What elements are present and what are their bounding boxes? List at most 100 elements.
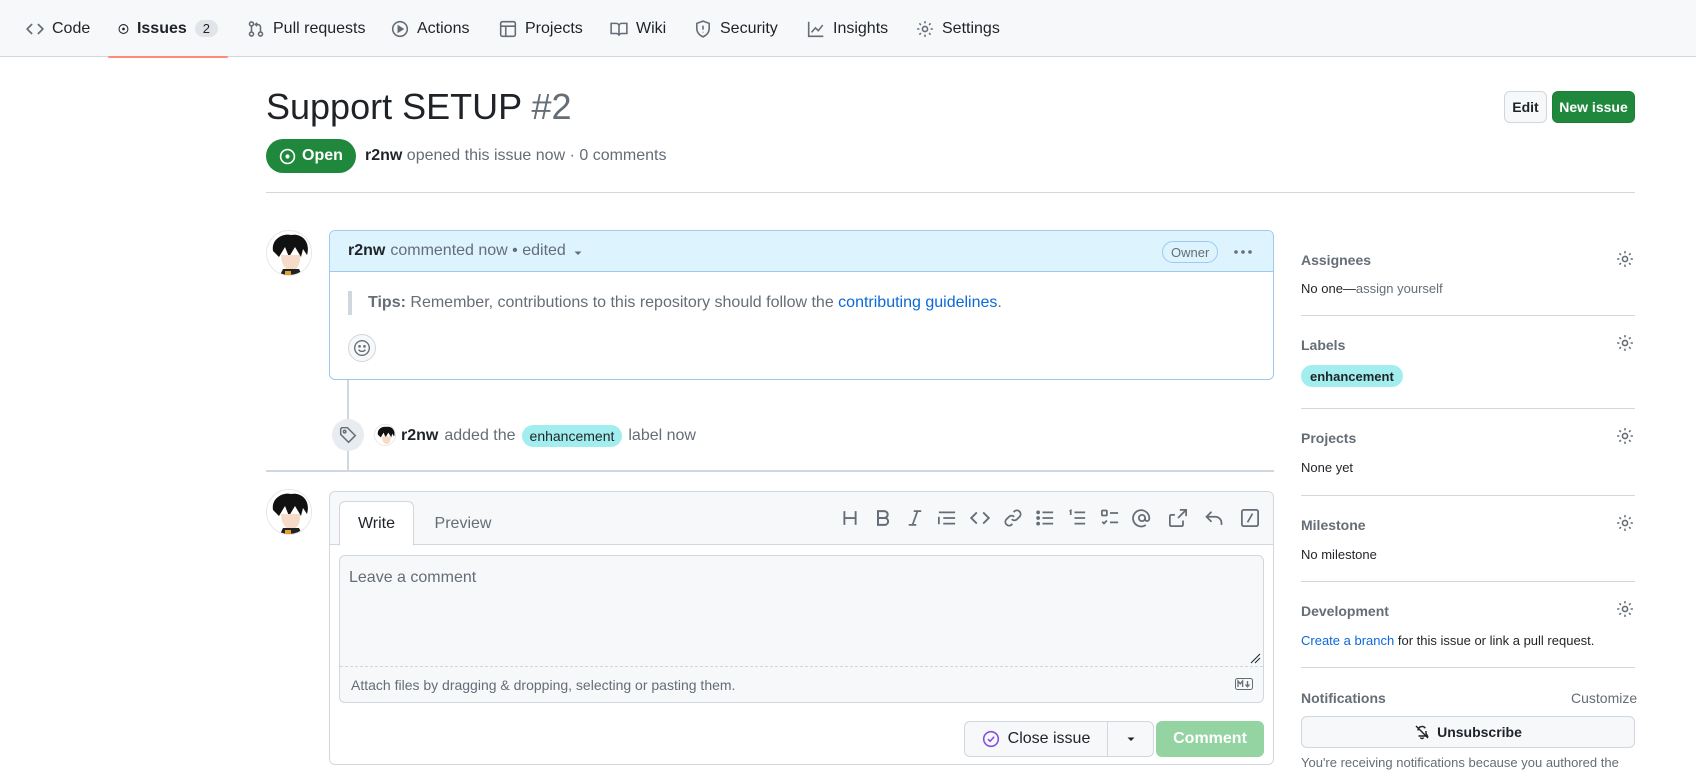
tab-projects-label: Projects — [525, 19, 583, 37]
milestone-heading[interactable]: Milestone — [1301, 517, 1366, 533]
issue-meta: r2nw opened this issue now · 0 comments — [365, 147, 666, 165]
tab-preview[interactable]: Preview — [425, 501, 501, 546]
gear-icon[interactable] — [1616, 514, 1634, 532]
create-branch-link[interactable]: Create a branch — [1301, 633, 1394, 648]
gear-icon[interactable] — [1616, 334, 1634, 352]
resize-handle-icon[interactable] — [1249, 652, 1261, 664]
bold-icon[interactable] — [873, 508, 893, 528]
comment-box: r2nw commented now • edited Owner Tips: … — [329, 230, 1274, 380]
tab-issues-label: Issues — [136, 19, 187, 37]
link-icon[interactable] — [1003, 508, 1023, 528]
new-issue-button[interactable]: New issue — [1552, 91, 1635, 123]
pull-request-icon — [248, 20, 264, 37]
customize-link[interactable]: Customize — [1571, 690, 1637, 706]
comment-button[interactable]: Comment — [1156, 721, 1264, 757]
tab-settings-label: Settings — [942, 19, 1000, 37]
attach-files-bar[interactable]: Attach files by dragging & dropping, sel… — [340, 666, 1263, 702]
avatar-image-icon — [267, 231, 311, 275]
tasklist-icon[interactable] — [1100, 508, 1120, 528]
add-reaction-button[interactable] — [348, 334, 376, 362]
gear-icon[interactable] — [1616, 600, 1634, 618]
contributing-guidelines-link[interactable]: contributing guidelines — [838, 294, 997, 312]
tab-issues[interactable]: Issues 2 — [108, 0, 228, 58]
label-event: r2nw added the enhancement label now — [401, 424, 696, 448]
issue-meta-text: opened this issue now · 0 comments — [406, 147, 667, 164]
comment-editor: Write Preview Leave a comment Attach fil… — [329, 491, 1274, 765]
issue-title-text: Support SETUP — [266, 86, 522, 127]
table-icon — [499, 20, 517, 37]
event-actor-link[interactable]: r2nw — [401, 427, 438, 445]
italic-icon[interactable] — [905, 508, 925, 528]
close-issue-options-button[interactable] — [1107, 721, 1154, 757]
tab-insights-label: Insights — [833, 19, 889, 37]
slash-command-icon[interactable] — [1240, 508, 1260, 528]
tab-code[interactable]: Code — [16, 0, 100, 57]
issue-title: Support SETUP #2 — [266, 86, 572, 128]
event-post[interactable]: label now — [628, 427, 696, 445]
sidebar-divider — [1301, 495, 1635, 496]
gear-icon[interactable] — [1616, 250, 1634, 268]
issue-state-badge: Open — [266, 139, 356, 173]
tab-actions-label: Actions — [417, 19, 470, 37]
development-heading[interactable]: Development — [1301, 603, 1389, 619]
triangle-down-icon[interactable] — [572, 247, 584, 259]
close-issue-button[interactable]: Close issue — [964, 721, 1107, 757]
quote-icon[interactable] — [937, 508, 957, 528]
gear-icon[interactable] — [1616, 427, 1634, 445]
assignees-heading[interactable]: Assignees — [1301, 252, 1371, 268]
avatar-image-icon — [375, 425, 395, 445]
labels-heading[interactable]: Labels — [1301, 337, 1345, 353]
tab-wiki[interactable]: Wiki — [600, 0, 676, 57]
mention-icon[interactable] — [1132, 508, 1152, 528]
heading-icon[interactable] — [840, 508, 860, 528]
shield-icon — [696, 19, 710, 38]
markdown-icon[interactable] — [1235, 678, 1253, 690]
list-ordered-icon[interactable] — [1067, 508, 1087, 528]
projects-heading[interactable]: Projects — [1301, 430, 1356, 446]
edit-button[interactable]: Edit — [1504, 91, 1547, 123]
sidebar-divider — [1301, 667, 1635, 668]
graph-icon — [807, 21, 824, 37]
tab-write[interactable]: Write — [339, 501, 414, 546]
comment-header: r2nw commented now • edited Owner — [330, 231, 1273, 272]
close-issue-label: Close issue — [1007, 730, 1091, 747]
tips-end: . — [997, 294, 1002, 311]
kebab-horizontal-icon[interactable] — [1232, 244, 1254, 260]
avatar[interactable] — [266, 230, 312, 276]
tab-pull-requests[interactable]: Pull requests — [237, 0, 376, 57]
tab-settings[interactable]: Settings — [906, 0, 1010, 57]
event-avatar[interactable] — [374, 424, 396, 446]
reply-icon[interactable] — [1204, 508, 1224, 528]
avatar[interactable] — [266, 489, 312, 535]
tab-security[interactable]: Security — [684, 0, 788, 57]
unsubscribe-button[interactable]: Unsubscribe — [1301, 716, 1635, 748]
comment-author-link[interactable]: r2nw — [348, 242, 385, 260]
repo-nav: Code Issues 2 Pull requests Actions Proj… — [0, 0, 1696, 58]
cross-reference-icon[interactable] — [1168, 508, 1188, 528]
development-value: Create a branch for this issue or link a… — [1301, 633, 1594, 648]
code-icon[interactable] — [970, 508, 990, 528]
enhancement-label[interactable]: enhancement — [521, 425, 623, 447]
avatar-image-icon — [267, 490, 311, 534]
triangle-down-icon — [1127, 737, 1134, 741]
tab-insights[interactable]: Insights — [797, 0, 898, 57]
tab-security-label: Security — [720, 19, 778, 37]
sidebar-label-enhancement[interactable]: enhancement — [1301, 365, 1403, 387]
bell-slash-icon — [1415, 725, 1429, 740]
issue-author-link[interactable]: r2nw — [365, 147, 402, 164]
tab-projects[interactable]: Projects — [489, 0, 593, 57]
comment-textarea[interactable]: Leave a comment Attach files by dragging… — [339, 555, 1264, 703]
assign-yourself-link[interactable]: assign yourself — [1356, 281, 1443, 296]
smiley-icon — [354, 340, 370, 356]
tips-text: Remember, contributions to this reposito… — [410, 294, 834, 311]
issue-opened-icon — [118, 23, 129, 34]
owner-badge: Owner — [1162, 241, 1219, 263]
tag-icon — [339, 426, 357, 444]
tab-code-label: Code — [52, 19, 91, 37]
issue-closed-icon — [982, 730, 999, 748]
issue-opened-icon — [279, 148, 296, 164]
tab-actions[interactable]: Actions — [381, 0, 479, 57]
issues-counter: 2 — [194, 20, 218, 37]
comment-meta[interactable]: commented now • edited — [390, 242, 565, 260]
list-unordered-icon[interactable] — [1035, 508, 1055, 528]
